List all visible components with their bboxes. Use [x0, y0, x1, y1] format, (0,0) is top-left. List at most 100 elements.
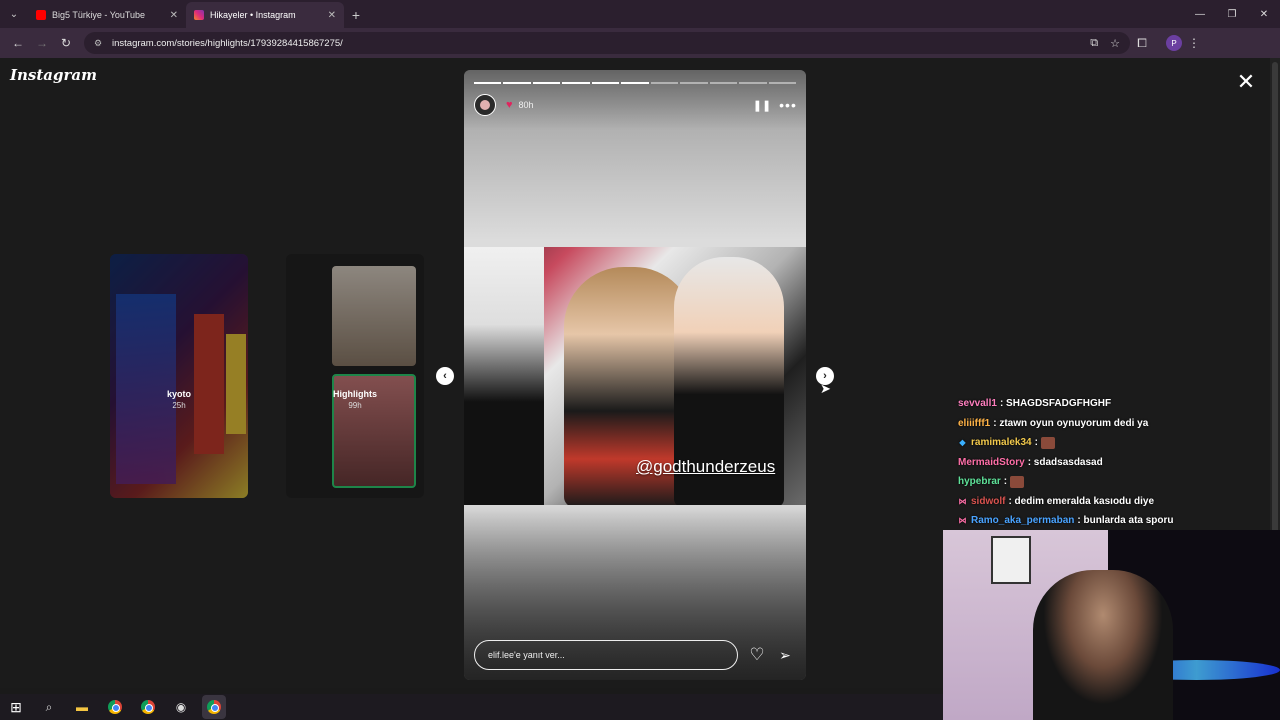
new-tab-icon[interactable]: + — [344, 2, 368, 28]
restore-icon[interactable]: ❐ — [1216, 0, 1248, 28]
story-preview-kyoto[interactable]: kyoto 25h — [110, 254, 248, 498]
like-heart-icon[interactable]: ♡ — [746, 644, 768, 666]
url-text: instagram.com/stories/highlights/1793928… — [112, 37, 343, 49]
chat-text: : dedim emeralda kasıodu diye — [1008, 495, 1155, 507]
photo-figure — [464, 247, 544, 505]
windows-taskbar: ⊞ ⌕ ▬ ◉ — [0, 694, 943, 720]
chat-text: : — [1034, 437, 1038, 449]
progress-segment — [503, 82, 531, 84]
stream-chat-overlay: sevvall1: SHAGDSFADGFHGHF eliiifff1: ztaw… — [958, 394, 1258, 531]
preview-time: 99h — [348, 401, 362, 410]
bow-badge-icon: ⋈ — [958, 496, 967, 506]
webcam-overlay — [943, 530, 1280, 720]
chat-message: ◆ ramimalek34: — [958, 433, 1258, 453]
story-time-ago: 80h — [518, 100, 534, 110]
chat-text: : SHAGDSFADGFHGHF — [999, 398, 1112, 410]
chat-message: eliiifff1: ztawn oyun oynuyorum dedi ya — [958, 414, 1258, 434]
search-icon[interactable]: ⌕ — [37, 695, 61, 719]
minimize-icon[interactable]: — — [1184, 0, 1216, 28]
forward-icon[interactable]: → — [30, 31, 54, 55]
back-icon[interactable]: ← — [6, 31, 30, 55]
chrome-icon[interactable] — [103, 695, 127, 719]
close-story-icon[interactable]: ✕ — [1234, 70, 1258, 94]
progress-segment — [739, 82, 767, 84]
tab-close-icon[interactable]: ✕ — [328, 10, 336, 21]
chat-text: : bunlarda ata sporu — [1077, 515, 1174, 527]
site-info-icon[interactable]: ⚙ — [94, 38, 104, 48]
chat-username: sevvall1 — [958, 398, 997, 410]
progress-segment — [474, 82, 502, 84]
chat-text: : ztawn oyun oynuyorum dedi ya — [993, 417, 1149, 429]
progress-segment — [562, 82, 590, 84]
chat-message: sevvall1: SHAGDSFADGFHGHF — [958, 394, 1258, 414]
story-preview-highlights[interactable]: Highlights 99h — [286, 254, 424, 498]
tab-title: Big5 Türkiye - YouTube — [52, 10, 146, 20]
progress-segment — [709, 82, 738, 84]
highlight-heart-icon: ♥ — [506, 99, 513, 111]
chat-text: : sdadsasdasad — [1027, 456, 1103, 468]
progress-segment — [768, 82, 796, 84]
address-bar[interactable]: ⚙ instagram.com/stories/highlights/17939… — [84, 32, 1130, 54]
chat-username: MermaidStory — [958, 456, 1025, 468]
tab-instagram[interactable]: Hikayeler • Instagram ✕ — [186, 2, 344, 28]
webcam-streamer — [1033, 570, 1173, 720]
story-avatar[interactable] — [474, 94, 496, 116]
install-icon[interactable]: ⧉ — [1090, 37, 1098, 50]
chat-username: eliiifff1 — [958, 417, 991, 429]
browser-tab-bar: ⌄ Big5 Türkiye - YouTube ✕ Hikayeler • I… — [0, 0, 1280, 28]
webcam-poster — [991, 536, 1031, 584]
tab-title: Hikayeler • Instagram — [210, 10, 296, 20]
preview-dim-overlay — [110, 254, 248, 498]
extensions-icon[interactable]: ⧠ — [1130, 31, 1154, 55]
chat-username: ramimalek34 — [971, 437, 1032, 449]
reply-placeholder: elif.lee'e yanıt ver... — [488, 650, 565, 660]
send-icon[interactable]: ➢ — [774, 644, 796, 666]
chat-message: ⋈ Ramo_aka_permaban: bunlarda ata sporu — [958, 511, 1258, 531]
instagram-logo[interactable]: Instagram — [10, 66, 97, 84]
more-options-icon[interactable]: ••• — [779, 97, 796, 113]
reply-input[interactable]: elif.lee'e yanıt ver... — [474, 640, 738, 670]
profile-avatar[interactable]: P — [1166, 35, 1182, 51]
story-viewer[interactable]: @godthunderzeus ♥ 80h ❚❚ ••• elif.lee'e … — [464, 70, 806, 680]
instagram-favicon-icon — [194, 10, 204, 20]
chat-message: MermaidStory: sdadsasdasad — [958, 453, 1258, 473]
preview-time: 25h — [172, 401, 186, 410]
browser-menu-icon[interactable]: ⋮ — [1182, 31, 1206, 55]
chat-emote-icon — [1040, 436, 1055, 449]
tab-close-icon[interactable]: ✕ — [170, 10, 178, 21]
chrome-profile-icon[interactable] — [136, 695, 160, 719]
tab-youtube[interactable]: Big5 Türkiye - YouTube ✕ — [28, 2, 186, 28]
progress-segment — [532, 82, 561, 84]
window-close-icon[interactable]: ✕ — [1248, 0, 1280, 28]
mouse-cursor-icon: ➤ — [820, 381, 831, 396]
chat-text: : — [1003, 476, 1008, 488]
preview-label: kyoto — [166, 389, 191, 399]
chat-emote-icon — [1010, 475, 1025, 488]
youtube-favicon-icon — [36, 10, 46, 20]
diamond-badge-icon: ◆ — [959, 438, 966, 448]
browser-toolbar: ← → ↻ ⚙ instagram.com/stories/highlights… — [0, 28, 1280, 58]
progress-segment — [591, 82, 620, 84]
progress-segment — [680, 82, 708, 84]
window-controls: — ❐ ✕ — [1184, 0, 1280, 28]
chrome-active-icon[interactable] — [202, 695, 226, 719]
star-icon[interactable]: ☆ — [1110, 37, 1120, 50]
chat-message: ⋈ sidwolf: dedim emeralda kasıodu diye — [958, 492, 1258, 512]
avatar-image — [480, 100, 490, 110]
story-header: ♥ 80h ❚❚ ••• — [474, 94, 796, 116]
preview-dim-overlay — [286, 254, 424, 498]
chat-username: sidwolf — [971, 495, 1006, 507]
previous-story-icon[interactable]: ‹ — [436, 367, 454, 385]
preview-label: Highlights — [333, 389, 377, 399]
story-progress-bar — [474, 82, 796, 84]
mention-sticker[interactable]: @godthunderzeus — [636, 457, 775, 477]
reload-icon[interactable]: ↻ — [54, 31, 78, 55]
start-icon[interactable]: ⊞ — [4, 695, 28, 719]
tab-search-icon[interactable]: ⌄ — [0, 0, 28, 28]
progress-segment — [650, 82, 679, 84]
obs-icon[interactable]: ◉ — [169, 695, 193, 719]
pause-icon[interactable]: ❚❚ — [753, 97, 771, 113]
bow-badge-icon: ⋈ — [958, 516, 967, 526]
chat-username: Ramo_aka_permaban — [971, 515, 1075, 527]
file-explorer-icon[interactable]: ▬ — [70, 695, 94, 719]
